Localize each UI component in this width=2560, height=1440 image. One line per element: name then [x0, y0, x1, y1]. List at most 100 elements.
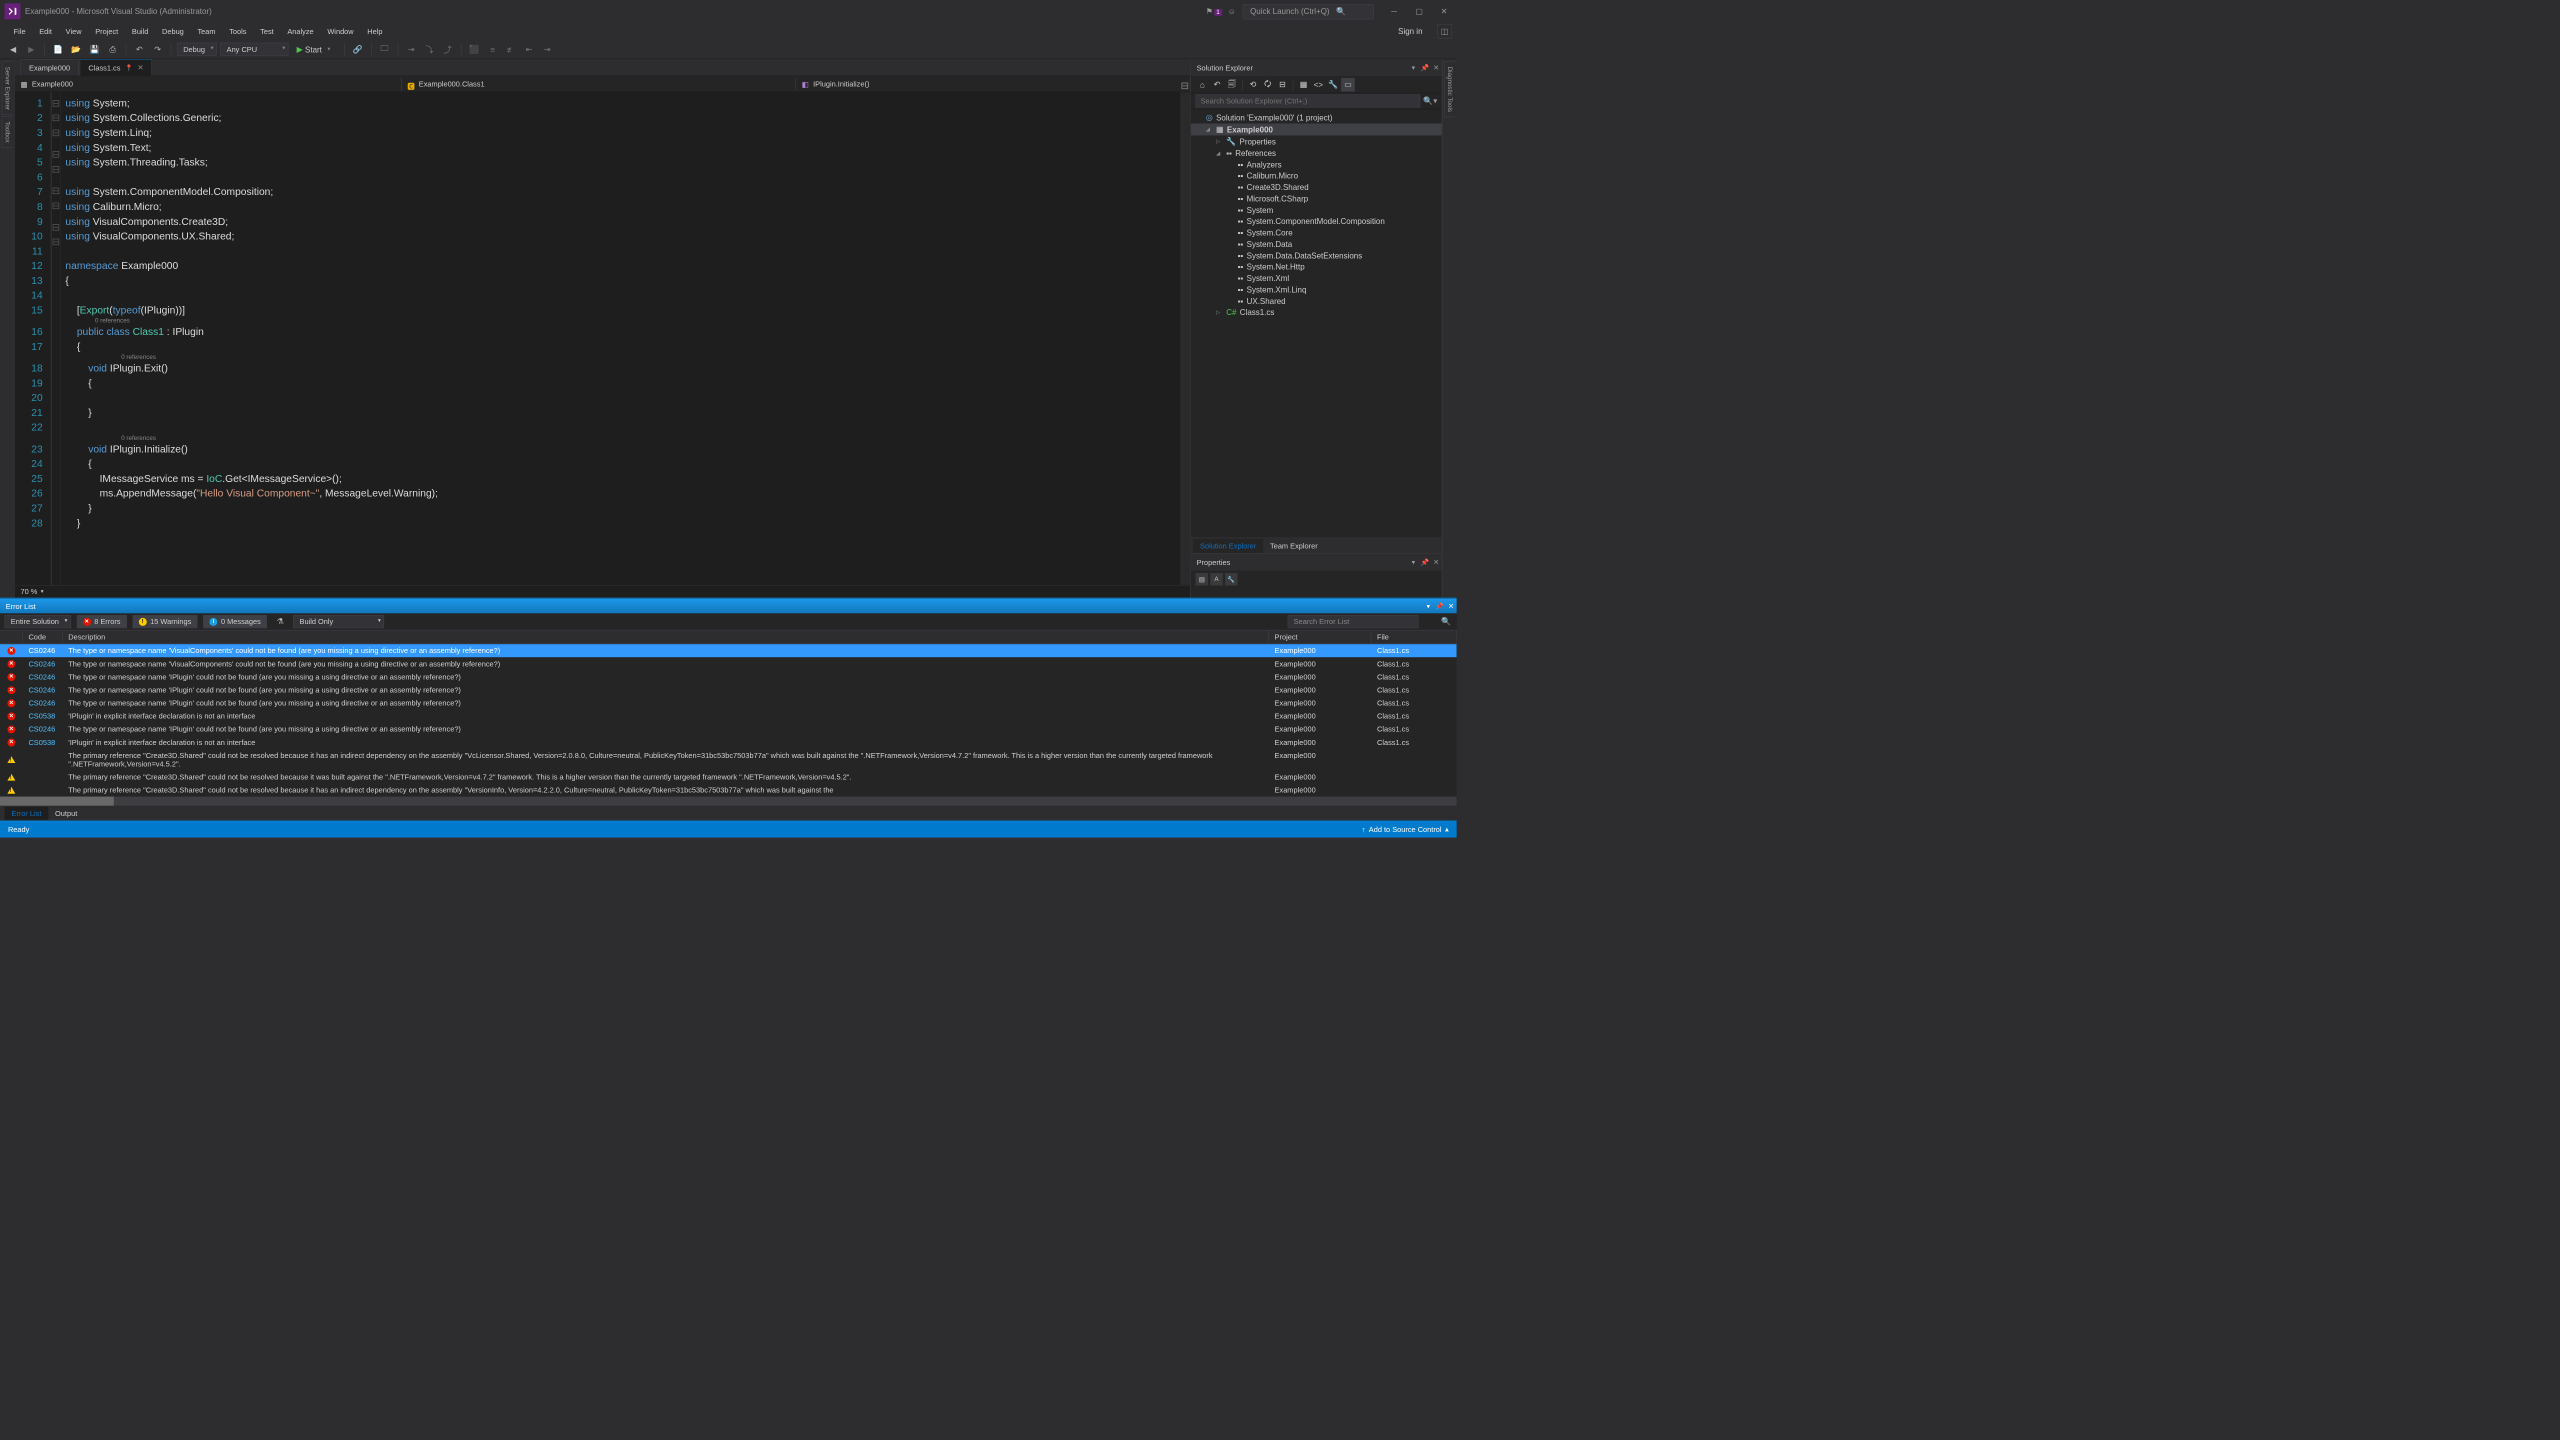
el-options-icon[interactable]: ▾ — [1423, 602, 1434, 610]
error-row[interactable]: CS0538'IPlugin' in explicit interface de… — [0, 710, 1457, 723]
error-row[interactable]: CS0246The type or namespace name 'Visual… — [0, 644, 1457, 657]
prop-close-icon[interactable]: ✕ — [1430, 558, 1441, 566]
save-button[interactable]: 💾 — [87, 42, 102, 57]
pin-icon[interactable]: 📍 — [125, 64, 133, 71]
ref-system-data[interactable]: ▪▪System.Data — [1191, 238, 1442, 249]
find-button[interactable]: 🗀 — [377, 42, 392, 57]
nav-back-button[interactable]: ◀ — [6, 42, 21, 57]
close-button[interactable]: ✕ — [1432, 0, 1457, 23]
project-node[interactable]: ◢▦Example000 — [1191, 123, 1442, 135]
ref-microsoft-csharp[interactable]: ▪▪Microsoft.CSharp — [1191, 193, 1442, 204]
code-editor[interactable]: 1234567891011121314151617181920212223242… — [15, 92, 1191, 585]
doctab-example000[interactable]: Example000 — [20, 59, 78, 76]
start-button[interactable]: ▶Start — [292, 43, 338, 56]
menu-debug[interactable]: Debug — [155, 25, 190, 38]
ref-create3d-shared[interactable]: ▪▪Create3D.Shared — [1191, 182, 1442, 193]
el-build-dropdown[interactable]: Build Only — [293, 615, 384, 628]
panel-pin-icon[interactable]: 📌 — [1419, 64, 1430, 72]
prop-pages-icon[interactable]: 🔧 — [1225, 573, 1238, 586]
uncomment-button[interactable]: ≢ — [503, 42, 518, 57]
error-list-header[interactable]: Code Description Project File — [0, 630, 1457, 644]
comment-button[interactable]: ≡ — [485, 42, 500, 57]
se-sync-icon[interactable]: ⟲ — [1246, 78, 1260, 92]
el-errors-filter[interactable]: 8 Errors — [77, 615, 127, 628]
flag-icon[interactable]: ⚑1 — [1206, 7, 1222, 17]
undo-button[interactable]: ↶ — [132, 42, 147, 57]
se-preview-icon[interactable]: ▭ — [1341, 78, 1355, 92]
scroll-map[interactable] — [1180, 92, 1190, 585]
error-list-rows[interactable]: CS0246The type or namespace name 'Visual… — [0, 644, 1457, 796]
error-row[interactable]: CS0246The type or namespace name 'IPlugi… — [0, 723, 1457, 736]
menu-file[interactable]: File — [7, 25, 33, 38]
prop-options-icon[interactable]: ▾ — [1408, 558, 1419, 566]
server-explorer-tab[interactable]: Server Explorer — [2, 61, 13, 115]
open-file-button[interactable]: 📂 — [69, 42, 84, 57]
config-dropdown[interactable]: Debug — [177, 43, 217, 56]
quick-launch-input[interactable]: Quick Launch (Ctrl+Q) 🔍 — [1243, 4, 1374, 19]
error-row[interactable]: The primary reference "Create3D.Shared" … — [0, 770, 1457, 783]
se-search-input[interactable] — [1195, 94, 1419, 107]
se-properties-icon[interactable]: 🔧 — [1326, 78, 1340, 92]
se-collapse-icon[interactable]: ⊟ — [1276, 78, 1290, 92]
error-row[interactable]: CS0246The type or namespace name 'IPlugi… — [0, 696, 1457, 709]
error-row[interactable]: The primary reference "Create3D.Shared" … — [0, 784, 1457, 797]
se-back-icon[interactable]: ↶ — [1210, 78, 1224, 92]
references-node[interactable]: ◢▪▪References — [1191, 147, 1442, 158]
user-icon[interactable]: ◫ — [1437, 24, 1452, 39]
el-search-input[interactable]: Search Error List — [1287, 615, 1418, 628]
menu-analyze[interactable]: Analyze — [281, 25, 321, 38]
ref-analyzers[interactable]: ▪▪Analyzers — [1191, 159, 1442, 170]
el-hscroll[interactable] — [0, 797, 1457, 806]
menu-edit[interactable]: Edit — [32, 25, 58, 38]
code-content[interactable]: using System;using System.Collections.Ge… — [61, 92, 1180, 585]
ref-system-core[interactable]: ▪▪System.Core — [1191, 227, 1442, 238]
error-row[interactable]: CS0246The type or namespace name 'IPlugi… — [0, 683, 1457, 696]
platform-dropdown[interactable]: Any CPU — [220, 43, 288, 56]
prop-cat-icon[interactable]: ▤ — [1195, 573, 1208, 586]
zoom-dropdown[interactable]: 70 % — [20, 587, 37, 596]
close-tab-icon[interactable]: ✕ — [137, 63, 143, 72]
se-pending-icon[interactable]: 🗐 — [1225, 78, 1239, 92]
tab-team-explorer[interactable]: Team Explorer — [1263, 539, 1324, 553]
menu-tools[interactable]: Tools — [222, 25, 253, 38]
error-row[interactable]: CS0246The type or namespace name 'IPlugi… — [0, 670, 1457, 683]
menu-window[interactable]: Window — [320, 25, 360, 38]
ref-caliburn-micro[interactable]: ▪▪Caliburn.Micro — [1191, 170, 1442, 181]
step-out-button[interactable]: ⤴ — [440, 42, 455, 57]
outdent-button[interactable]: ⇥ — [540, 42, 555, 57]
panel-options-icon[interactable]: ▾ — [1408, 64, 1419, 72]
menu-build[interactable]: Build — [125, 25, 155, 38]
solution-node[interactable]: ◎Solution 'Example000' (1 project) — [1191, 112, 1442, 124]
nav-member[interactable]: ◧IPlugin.Initialize() — [796, 77, 1190, 90]
search-icon[interactable]: 🔍 — [1441, 617, 1451, 627]
sign-in-link[interactable]: Sign in — [1398, 27, 1430, 36]
diagnostic-tools-tab[interactable]: Diagnostic Tools — [1444, 61, 1455, 117]
se-showall-icon[interactable]: ▦ — [1297, 78, 1311, 92]
split-icon[interactable]: ⊟ — [1181, 80, 1190, 92]
properties-node[interactable]: ▷🔧Properties — [1191, 135, 1442, 147]
nav-class[interactable]: 🅲Example000.Class1 — [402, 77, 796, 90]
error-row[interactable]: The primary reference "Create3D.Shared" … — [0, 749, 1457, 771]
el-messages-filter[interactable]: 0 Messages — [203, 615, 267, 628]
nav-project[interactable]: ▦Example000 — [15, 77, 402, 90]
redo-button[interactable]: ↷ — [150, 42, 165, 57]
error-row[interactable]: CS0538'IPlugin' in explicit interface de… — [0, 736, 1457, 749]
ref-system-xml-linq[interactable]: ▪▪System.Xml.Linq — [1191, 284, 1442, 295]
source-control-button[interactable]: ↑Add to Source Control▴ — [1362, 824, 1449, 833]
se-code-icon[interactable]: <> — [1312, 78, 1326, 92]
step-over-button[interactable]: ⤵ — [422, 42, 437, 57]
ref-system[interactable]: ▪▪System — [1191, 204, 1442, 215]
toolbox-tab[interactable]: Toolbox — [2, 116, 13, 148]
menu-project[interactable]: Project — [88, 25, 125, 38]
ref-system-net-http[interactable]: ▪▪System.Net.Http — [1191, 261, 1442, 272]
ref-ux-shared[interactable]: ▪▪UX.Shared — [1191, 295, 1442, 306]
menu-view[interactable]: View — [59, 25, 89, 38]
nav-fwd-button[interactable]: ▶ — [24, 42, 39, 57]
indent-button[interactable]: ⇤ — [522, 42, 537, 57]
search-icon[interactable]: 🔍▾ — [1423, 96, 1437, 106]
prop-pin-icon[interactable]: 📌 — [1419, 558, 1430, 566]
el-pin-icon[interactable]: 📌 — [1434, 602, 1445, 610]
ref-system-data-datasetextensions[interactable]: ▪▪System.Data.DataSetExtensions — [1191, 250, 1442, 261]
new-project-button[interactable]: 📄 — [51, 42, 66, 57]
fold-column[interactable]: ⊟⊟⊟⊟⊟⊟⊟⊟⊟ — [52, 92, 61, 585]
